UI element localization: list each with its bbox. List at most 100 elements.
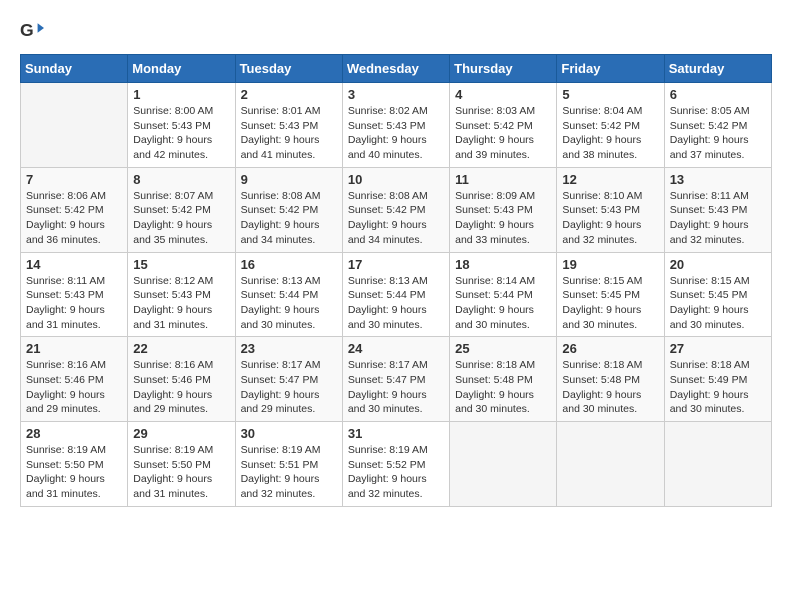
day-number: 4	[455, 87, 551, 102]
day-number: 31	[348, 426, 444, 441]
calendar-cell: 18 Sunrise: 8:14 AM Sunset: 5:44 PM Dayli…	[450, 252, 557, 337]
calendar-cell: 16 Sunrise: 8:13 AM Sunset: 5:44 PM Dayli…	[235, 252, 342, 337]
calendar-week-3: 14 Sunrise: 8:11 AM Sunset: 5:43 PM Dayli…	[21, 252, 772, 337]
day-number: 7	[26, 172, 122, 187]
day-info: Sunrise: 8:16 AM Sunset: 5:46 PM Dayligh…	[133, 358, 229, 417]
calendar-cell: 20Sunrise: 8:15 AM Sunset: 5:45 PM Dayli…	[664, 252, 771, 337]
day-number: 13	[670, 172, 766, 187]
calendar-week-1: 1Sunrise: 8:00 AM Sunset: 5:43 PM Daylig…	[21, 83, 772, 168]
calendar-cell: 9 Sunrise: 8:08 AM Sunset: 5:42 PM Daylig…	[235, 167, 342, 252]
calendar-cell: 25Sunrise: 8:18 AM Sunset: 5:48 PM Dayli…	[450, 337, 557, 422]
calendar-cell: 8 Sunrise: 8:07 AM Sunset: 5:42 PM Daylig…	[128, 167, 235, 252]
day-info: Sunrise: 8:15 AM Sunset: 5:45 PM Dayligh…	[670, 274, 766, 333]
day-info: Sunrise: 8:18 AM Sunset: 5:49 PM Dayligh…	[670, 358, 766, 417]
day-info: Sunrise: 8:05 AM Sunset: 5:42 PM Dayligh…	[670, 104, 766, 163]
calendar-cell: 13 Sunrise: 8:11 AM Sunset: 5:43 PM Dayli…	[664, 167, 771, 252]
weekday-header-monday: Monday	[128, 55, 235, 83]
day-info: Sunrise: 8:11 AM Sunset: 5:43 PM Dayligh…	[26, 274, 122, 333]
day-number: 29	[133, 426, 229, 441]
day-info: Sunrise: 8:19 AM Sunset: 5:52 PM Dayligh…	[348, 443, 444, 502]
day-number: 10	[348, 172, 444, 187]
day-info: Sunrise: 8:01 AM Sunset: 5:43 PM Dayligh…	[241, 104, 337, 163]
day-info: Sunrise: 8:14 AM Sunset: 5:44 PM Dayligh…	[455, 274, 551, 333]
weekday-header-saturday: Saturday	[664, 55, 771, 83]
logo: G	[20, 20, 48, 44]
calendar-cell: 30Sunrise: 8:19 AM Sunset: 5:51 PM Dayli…	[235, 422, 342, 507]
day-number: 26	[562, 341, 658, 356]
day-number: 27	[670, 341, 766, 356]
weekday-header-friday: Friday	[557, 55, 664, 83]
day-number: 15	[133, 257, 229, 272]
day-info: Sunrise: 8:04 AM Sunset: 5:42 PM Dayligh…	[562, 104, 658, 163]
day-info: Sunrise: 8:08 AM Sunset: 5:42 PM Dayligh…	[241, 189, 337, 248]
logo-icon: G	[20, 20, 44, 44]
day-info: Sunrise: 8:02 AM Sunset: 5:43 PM Dayligh…	[348, 104, 444, 163]
calendar-header-row: SundayMondayTuesdayWednesdayThursdayFrid…	[21, 55, 772, 83]
calendar-cell: 28Sunrise: 8:19 AM Sunset: 5:50 PM Dayli…	[21, 422, 128, 507]
day-info: Sunrise: 8:19 AM Sunset: 5:50 PM Dayligh…	[26, 443, 122, 502]
day-number: 17	[348, 257, 444, 272]
day-info: Sunrise: 8:15 AM Sunset: 5:45 PM Dayligh…	[562, 274, 658, 333]
weekday-header-sunday: Sunday	[21, 55, 128, 83]
weekday-header-thursday: Thursday	[450, 55, 557, 83]
calendar-cell: 1Sunrise: 8:00 AM Sunset: 5:43 PM Daylig…	[128, 83, 235, 168]
calendar-week-2: 7 Sunrise: 8:06 AM Sunset: 5:42 PM Daylig…	[21, 167, 772, 252]
day-number: 24	[348, 341, 444, 356]
day-number: 14	[26, 257, 122, 272]
day-number: 22	[133, 341, 229, 356]
day-number: 16	[241, 257, 337, 272]
day-info: Sunrise: 8:03 AM Sunset: 5:42 PM Dayligh…	[455, 104, 551, 163]
day-number: 11	[455, 172, 551, 187]
day-info: Sunrise: 8:19 AM Sunset: 5:50 PM Dayligh…	[133, 443, 229, 502]
calendar-cell: 26 Sunrise: 8:18 AM Sunset: 5:48 PM Dayli…	[557, 337, 664, 422]
day-info: Sunrise: 8:06 AM Sunset: 5:42 PM Dayligh…	[26, 189, 122, 248]
calendar-cell: 5Sunrise: 8:04 AM Sunset: 5:42 PM Daylig…	[557, 83, 664, 168]
calendar-cell: 19Sunrise: 8:15 AM Sunset: 5:45 PM Dayli…	[557, 252, 664, 337]
weekday-header-wednesday: Wednesday	[342, 55, 449, 83]
calendar-week-4: 21 Sunrise: 8:16 AM Sunset: 5:46 PM Dayli…	[21, 337, 772, 422]
calendar-cell: 24Sunrise: 8:17 AM Sunset: 5:47 PM Dayli…	[342, 337, 449, 422]
day-number: 2	[241, 87, 337, 102]
calendar-cell	[664, 422, 771, 507]
day-number: 9	[241, 172, 337, 187]
day-info: Sunrise: 8:09 AM Sunset: 5:43 PM Dayligh…	[455, 189, 551, 248]
day-info: Sunrise: 8:16 AM Sunset: 5:46 PM Dayligh…	[26, 358, 122, 417]
day-number: 18	[455, 257, 551, 272]
day-number: 23	[241, 341, 337, 356]
calendar-cell: 4 Sunrise: 8:03 AM Sunset: 5:42 PM Daylig…	[450, 83, 557, 168]
day-number: 6	[670, 87, 766, 102]
calendar-cell: 27 Sunrise: 8:18 AM Sunset: 5:49 PM Dayli…	[664, 337, 771, 422]
calendar-week-5: 28Sunrise: 8:19 AM Sunset: 5:50 PM Dayli…	[21, 422, 772, 507]
day-info: Sunrise: 8:10 AM Sunset: 5:43 PM Dayligh…	[562, 189, 658, 248]
calendar-cell	[557, 422, 664, 507]
calendar-cell: 21 Sunrise: 8:16 AM Sunset: 5:46 PM Dayli…	[21, 337, 128, 422]
calendar-cell: 22 Sunrise: 8:16 AM Sunset: 5:46 PM Dayli…	[128, 337, 235, 422]
calendar-body: 1Sunrise: 8:00 AM Sunset: 5:43 PM Daylig…	[21, 83, 772, 507]
day-info: Sunrise: 8:00 AM Sunset: 5:43 PM Dayligh…	[133, 104, 229, 163]
calendar-cell: 29 Sunrise: 8:19 AM Sunset: 5:50 PM Dayli…	[128, 422, 235, 507]
day-number: 8	[133, 172, 229, 187]
day-number: 21	[26, 341, 122, 356]
calendar-cell: 15Sunrise: 8:12 AM Sunset: 5:43 PM Dayli…	[128, 252, 235, 337]
day-info: Sunrise: 8:18 AM Sunset: 5:48 PM Dayligh…	[562, 358, 658, 417]
calendar-cell: 11 Sunrise: 8:09 AM Sunset: 5:43 PM Dayli…	[450, 167, 557, 252]
calendar-cell: 23 Sunrise: 8:17 AM Sunset: 5:47 PM Dayli…	[235, 337, 342, 422]
svg-text:G: G	[20, 20, 34, 40]
day-info: Sunrise: 8:13 AM Sunset: 5:44 PM Dayligh…	[241, 274, 337, 333]
calendar-cell: 6 Sunrise: 8:05 AM Sunset: 5:42 PM Daylig…	[664, 83, 771, 168]
day-info: Sunrise: 8:13 AM Sunset: 5:44 PM Dayligh…	[348, 274, 444, 333]
calendar-cell: 2 Sunrise: 8:01 AM Sunset: 5:43 PM Daylig…	[235, 83, 342, 168]
day-info: Sunrise: 8:08 AM Sunset: 5:42 PM Dayligh…	[348, 189, 444, 248]
header: G	[20, 20, 772, 44]
day-info: Sunrise: 8:17 AM Sunset: 5:47 PM Dayligh…	[241, 358, 337, 417]
calendar-cell: 17 Sunrise: 8:13 AM Sunset: 5:44 PM Dayli…	[342, 252, 449, 337]
day-info: Sunrise: 8:18 AM Sunset: 5:48 PM Dayligh…	[455, 358, 551, 417]
calendar-cell: 12Sunrise: 8:10 AM Sunset: 5:43 PM Dayli…	[557, 167, 664, 252]
calendar-cell: 7 Sunrise: 8:06 AM Sunset: 5:42 PM Daylig…	[21, 167, 128, 252]
day-info: Sunrise: 8:11 AM Sunset: 5:43 PM Dayligh…	[670, 189, 766, 248]
day-info: Sunrise: 8:07 AM Sunset: 5:42 PM Dayligh…	[133, 189, 229, 248]
calendar-cell	[450, 422, 557, 507]
calendar-table: SundayMondayTuesdayWednesdayThursdayFrid…	[20, 54, 772, 507]
day-number: 3	[348, 87, 444, 102]
calendar-cell	[21, 83, 128, 168]
